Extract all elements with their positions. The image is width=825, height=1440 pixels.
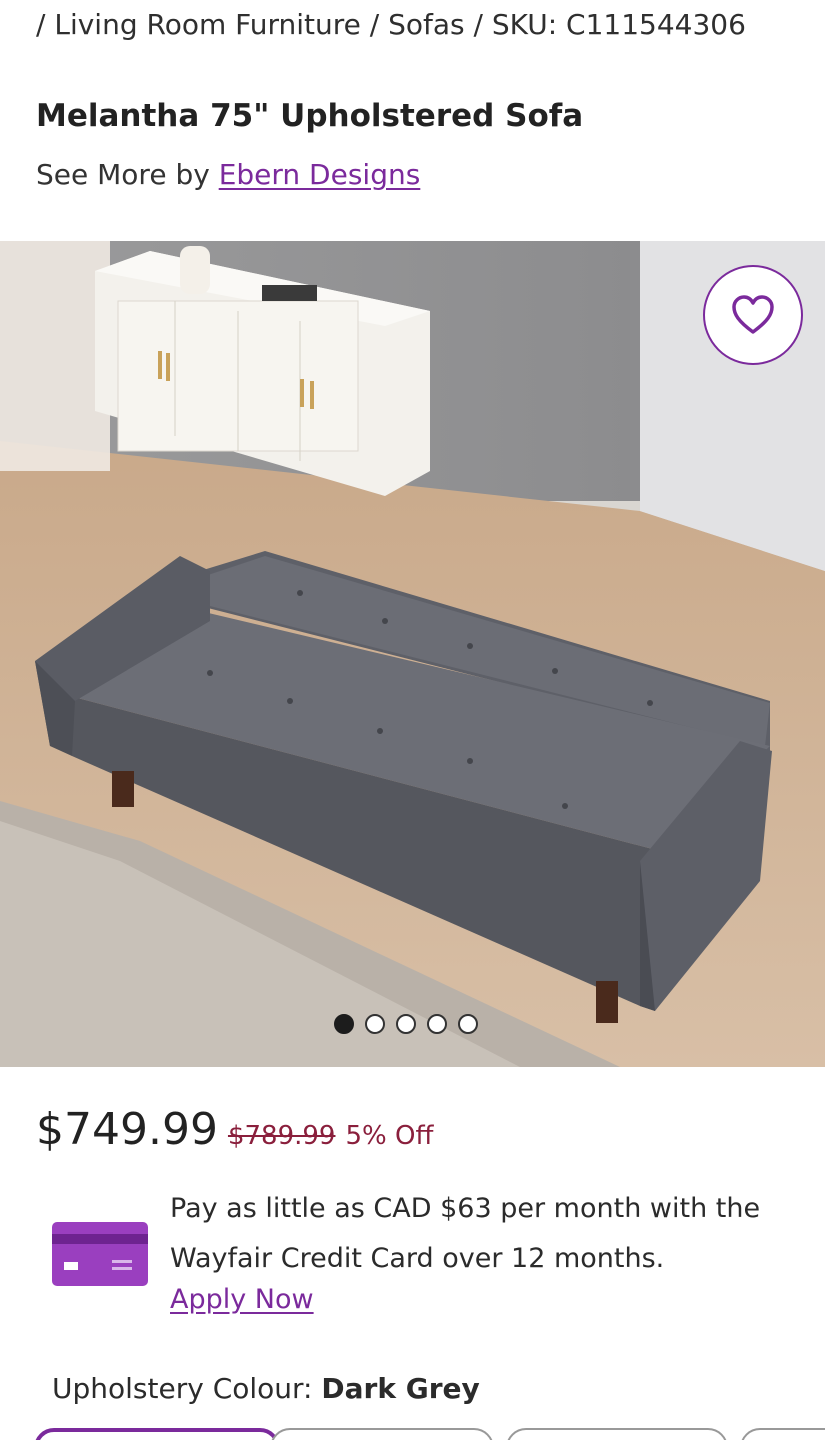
breadcrumb-sofas[interactable]: Sofas bbox=[388, 8, 465, 41]
colour-label: Upholstery Colour: bbox=[52, 1372, 322, 1405]
product-image[interactable] bbox=[0, 241, 825, 1067]
credit-card-icon bbox=[52, 1222, 148, 1286]
product-title: Melantha 75" Upholstered Sofa bbox=[36, 98, 584, 134]
colour-swatch[interactable] bbox=[506, 1428, 728, 1440]
pagination-dot[interactable] bbox=[365, 1014, 385, 1034]
apply-now-link[interactable]: Apply Now bbox=[170, 1284, 314, 1315]
breadcrumb-sku: SKU: C111544306 bbox=[491, 8, 746, 41]
sofa-photo bbox=[0, 241, 825, 1067]
breadcrumb-separator: / bbox=[36, 8, 55, 41]
upholstery-colour: Upholstery Colour: Dark Grey bbox=[52, 1372, 480, 1405]
breadcrumb: / Living Room Furniture / Sofas / SKU: C… bbox=[36, 8, 746, 41]
colour-value: Dark Grey bbox=[321, 1372, 480, 1405]
pagination-dot[interactable] bbox=[427, 1014, 447, 1034]
discount-label: 5% Off bbox=[345, 1121, 434, 1151]
current-price: $749.99 bbox=[36, 1104, 218, 1155]
colour-swatch[interactable] bbox=[270, 1428, 494, 1440]
brand-byline: See More by Ebern Designs bbox=[36, 158, 420, 191]
see-more-prefix: See More by bbox=[36, 158, 219, 191]
price-row: $749.99 $789.99 5% Off bbox=[36, 1104, 433, 1155]
breadcrumb-separator: / bbox=[360, 8, 389, 41]
pagination-dot[interactable] bbox=[458, 1014, 478, 1034]
brand-link[interactable]: Ebern Designs bbox=[219, 158, 421, 191]
pagination-dot[interactable] bbox=[396, 1014, 416, 1034]
favorite-button[interactable] bbox=[703, 265, 803, 365]
breadcrumb-separator: / bbox=[464, 8, 492, 41]
heart-icon bbox=[732, 295, 774, 334]
financing-text: Pay as little as CAD $63 per month with … bbox=[170, 1193, 761, 1274]
breadcrumb-living-room-furniture[interactable]: Living Room Furniture bbox=[54, 8, 361, 41]
pagination-dot[interactable] bbox=[334, 1014, 354, 1034]
image-pagination bbox=[334, 1014, 478, 1034]
colour-swatches bbox=[0, 1428, 825, 1440]
colour-swatch-selected[interactable] bbox=[34, 1428, 280, 1440]
original-price: $789.99 bbox=[227, 1121, 336, 1151]
colour-swatch[interactable] bbox=[740, 1428, 825, 1440]
